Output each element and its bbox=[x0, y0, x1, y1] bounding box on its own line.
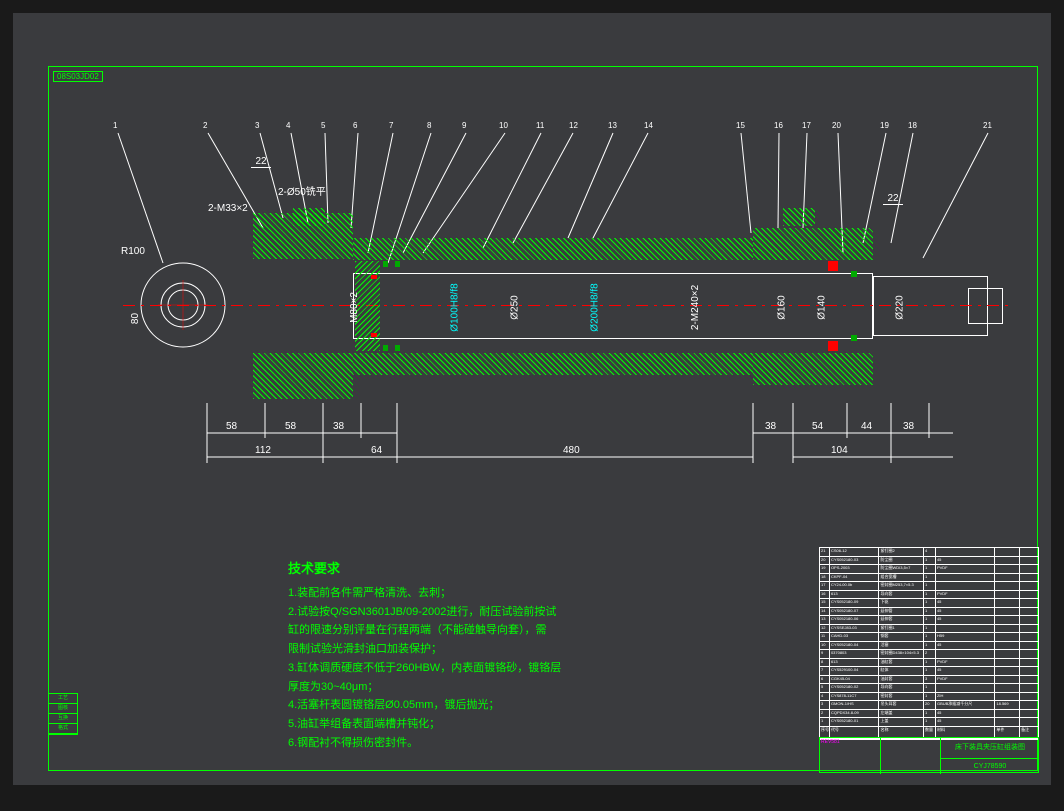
dim-h: 58 bbox=[226, 421, 237, 432]
dim-h: 104 bbox=[831, 445, 848, 456]
parts-list-row: 14CYS052180-07延伸管145 bbox=[820, 608, 1038, 617]
dim-h: 480 bbox=[563, 445, 580, 456]
dim-h: 54 bbox=[812, 421, 823, 432]
parts-list-row: 19OPS-2003防尘圈WDI3,5×71PVDF bbox=[820, 565, 1038, 574]
drawing-title: 床下装具夹压缸组装图 bbox=[940, 738, 1039, 758]
tech-req-title: 技术要求 bbox=[288, 558, 708, 580]
dim-h: 44 bbox=[861, 421, 872, 432]
parts-list-row: 18CKPF-04组合宽槽1 bbox=[820, 574, 1038, 583]
title-block: REV581 床下装具夹压缸组装图 CYJ78590 bbox=[819, 737, 1039, 773]
left-tab: 互换 bbox=[49, 714, 77, 724]
parts-list-row: 3GMON-1/HS吊头耳套20GBUB承插减千分尺18.569 bbox=[820, 701, 1038, 710]
tech-req-line: 5.油缸举组备表面端槽并钝化； bbox=[288, 715, 708, 734]
tech-req-line: 限制试验光滑封油口加装保护； bbox=[288, 640, 708, 659]
left-tab: 格式 bbox=[49, 724, 77, 734]
parts-list-row: 5CYS052180-02导向套1 bbox=[820, 684, 1038, 693]
parts-list-row: 11CAHD-03钢套1H59 bbox=[820, 633, 1038, 642]
dim-h: 38 bbox=[765, 421, 776, 432]
parts-list-row: 2CQPDX34.8-09左端盖145 bbox=[820, 710, 1038, 719]
tech-req-line: 6.钢配衬不得损伤密封件。 bbox=[288, 734, 708, 753]
parts-list-row: 15CYS052180-09下驱145 bbox=[820, 599, 1038, 608]
tech-req-line: 1.装配前各件需严格清洗、去刺； bbox=[288, 584, 708, 603]
dimension-lines bbox=[13, 13, 1053, 493]
dim-h: 58 bbox=[285, 421, 296, 432]
tech-req-line: 缸的限速分别评量在行程两端（不能碰触导向套），需 bbox=[288, 621, 708, 640]
dim-h: 64 bbox=[371, 445, 382, 456]
parts-list: 21CS06-12紧钉圈2420CYS052180-03防尘圈14519OPS-… bbox=[819, 547, 1039, 740]
left-tab: 工艺 bbox=[49, 694, 77, 704]
left-edge-labels: 工艺 图核 互换 格式 bbox=[48, 693, 78, 735]
tech-req-line: 4.活塞杆表圆镀铬层Ø0.05mm，镀后抛光； bbox=[288, 696, 708, 715]
tech-req-line: 厚度为30~40μm； bbox=[288, 678, 708, 697]
cad-canvas: 08S03JD02 工艺 图核 互换 格式 bbox=[13, 13, 1051, 785]
parts-list-row: 20CYS052180-03防尘圈145 bbox=[820, 557, 1038, 566]
parts-list-row: 10CYS052180-04活塞145 bbox=[820, 642, 1038, 651]
tech-req-line: 2.试验按Q/SGN3601JB/09-2002进行，耐压试验前按试 bbox=[288, 603, 708, 622]
left-tab: 图核 bbox=[49, 704, 77, 714]
drawing-id: CYJ78590 bbox=[940, 758, 1039, 774]
tech-req-line: 3.缸体调质硬度不低于260HBW，内表面镀铬砂，镀铬层 bbox=[288, 659, 708, 678]
parts-list-row: 8613油缸套1PVDF bbox=[820, 659, 1038, 668]
parts-list-row: 16613导向套1PVDF bbox=[820, 591, 1038, 600]
technical-requirements: 技术要求 1.装配前各件需严格清洗、去刺； 2.试验按Q/SGN3601JB/0… bbox=[288, 558, 708, 752]
dim-h: 112 bbox=[255, 445, 271, 456]
parts-list-row: 90370803密封圈D438×104×5.32 bbox=[820, 650, 1038, 659]
parts-list-row: 17CY24-00.0b密封圈M253,7×5.31 bbox=[820, 582, 1038, 591]
parts-list-row: 13CYS052180-06延伸套145 bbox=[820, 616, 1038, 625]
parts-list-row: 4CYS878-11C7密封套1ZIH bbox=[820, 693, 1038, 702]
parts-list-row: 21CS06-12紧钉圈24 bbox=[820, 548, 1038, 557]
dim-h: 38 bbox=[333, 421, 344, 432]
parts-list-row: 12CYSSEJ83-03紧钉圈11 bbox=[820, 625, 1038, 634]
dim-h: 38 bbox=[903, 421, 914, 432]
parts-list-row: 1CYS052180-01上盖145 bbox=[820, 718, 1038, 727]
parts-list-row: 7CYS529100-04缸体145 bbox=[820, 667, 1038, 676]
rev-label: REV581 bbox=[821, 739, 840, 745]
parts-list-row: 6CGK45-04油封套3PVDF bbox=[820, 676, 1038, 685]
